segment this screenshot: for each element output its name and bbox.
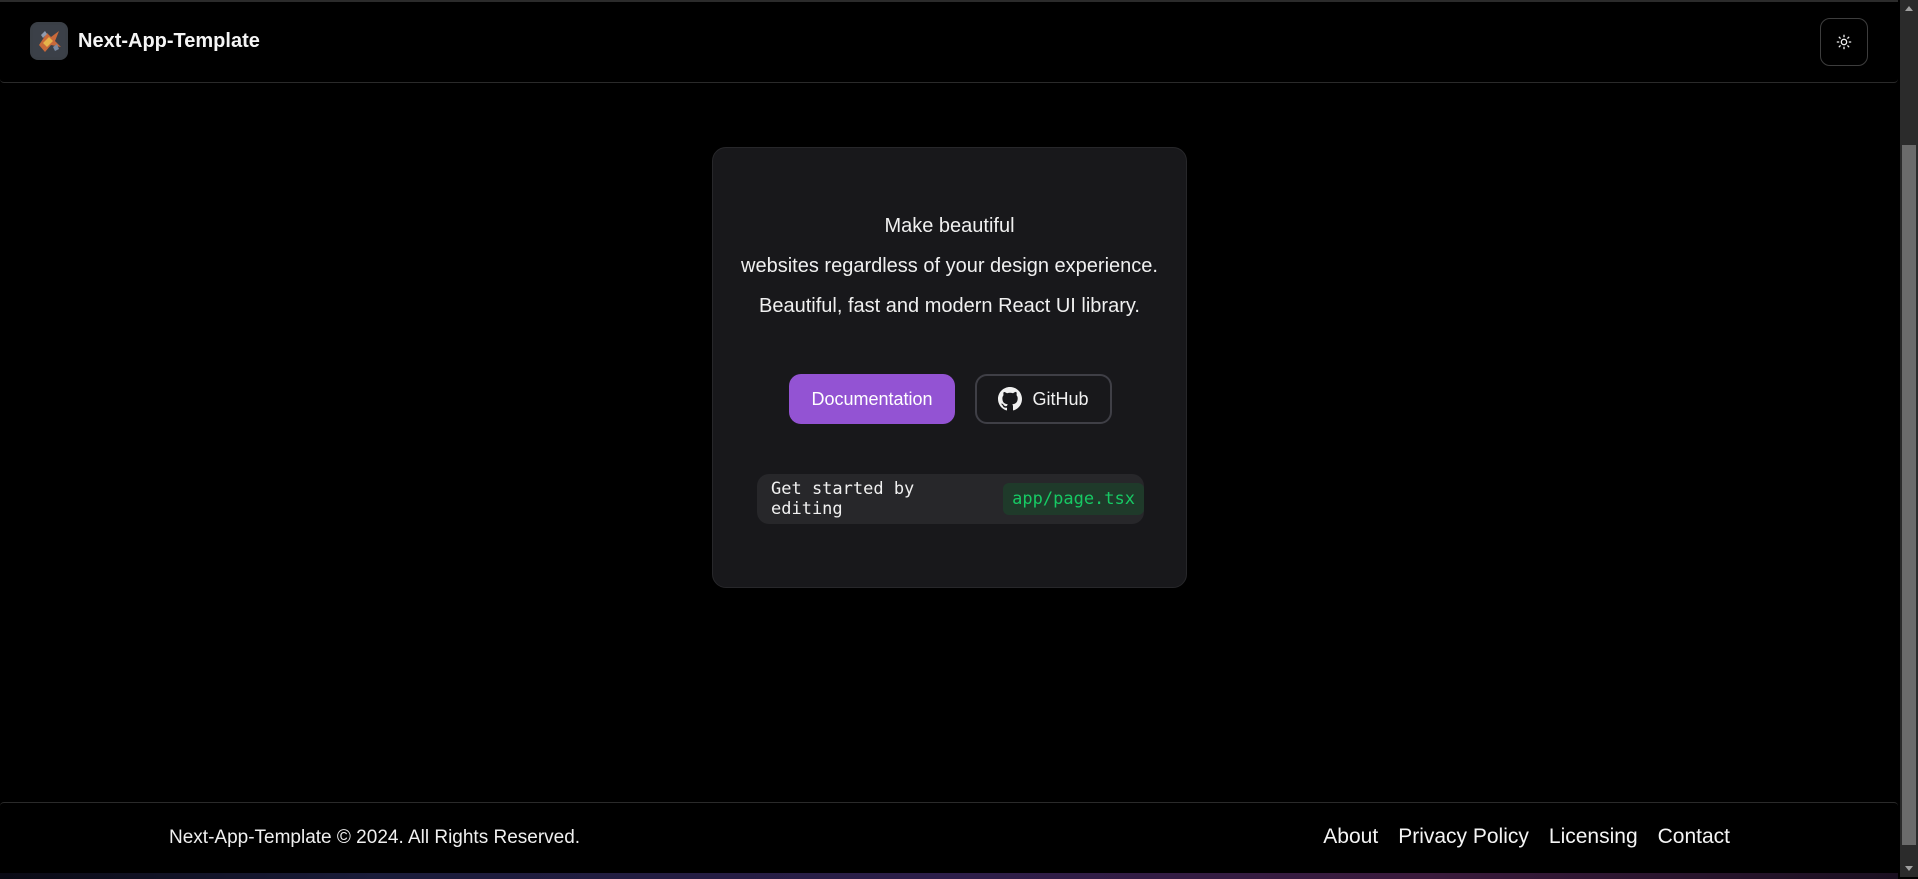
- top-navbar: Next-App-Template: [0, 2, 1898, 83]
- footer-links: About Privacy Policy Licensing Contact: [1323, 825, 1730, 849]
- footer-copyright: Next-App-Template © 2024. All Rights Res…: [169, 827, 581, 848]
- app-logo-icon: [30, 22, 68, 60]
- bottom-gradient-bar: [0, 873, 1898, 879]
- documentation-button-label: Documentation: [811, 388, 933, 409]
- snippet-prefix: Get started by editing: [771, 479, 915, 519]
- github-button[interactable]: GitHub: [975, 374, 1112, 424]
- hero-card: Make beautiful websites regardless of yo…: [712, 147, 1187, 588]
- page-footer: Next-App-Template © 2024. All Rights Res…: [0, 802, 1898, 879]
- page-viewport: Next-App-Template Make beautiful website…: [0, 0, 1898, 879]
- hero-line-3: Beautiful, fast and modern React UI libr…: [759, 295, 1140, 317]
- vertical-scrollbar[interactable]: [1900, 0, 1918, 877]
- scrollbar-thumb[interactable]: [1902, 145, 1916, 845]
- footer-link-contact[interactable]: Contact: [1658, 825, 1730, 849]
- theme-toggle-button[interactable]: [1820, 18, 1868, 66]
- get-started-snippet: Get started by editing app/page.tsx: [757, 474, 1144, 524]
- footer-link-about[interactable]: About: [1323, 825, 1378, 849]
- footer-link-licensing[interactable]: Licensing: [1549, 825, 1638, 849]
- hero-line-1: Make beautiful: [884, 215, 1015, 237]
- sun-icon: [1836, 34, 1852, 50]
- github-icon: [998, 387, 1023, 411]
- scroll-up-arrow-icon[interactable]: [1900, 0, 1918, 16]
- brand-link[interactable]: Next-App-Template: [30, 22, 260, 60]
- footer-link-privacy-policy[interactable]: Privacy Policy: [1398, 825, 1529, 849]
- snippet-code: app/page.tsx: [1003, 483, 1144, 515]
- github-button-label: GitHub: [1032, 388, 1089, 409]
- documentation-button[interactable]: Documentation: [789, 374, 955, 424]
- scroll-down-arrow-icon[interactable]: [1900, 861, 1918, 877]
- brand-title: Next-App-Template: [78, 29, 260, 52]
- hero-line-2: websites regardless of your design exper…: [741, 255, 1158, 277]
